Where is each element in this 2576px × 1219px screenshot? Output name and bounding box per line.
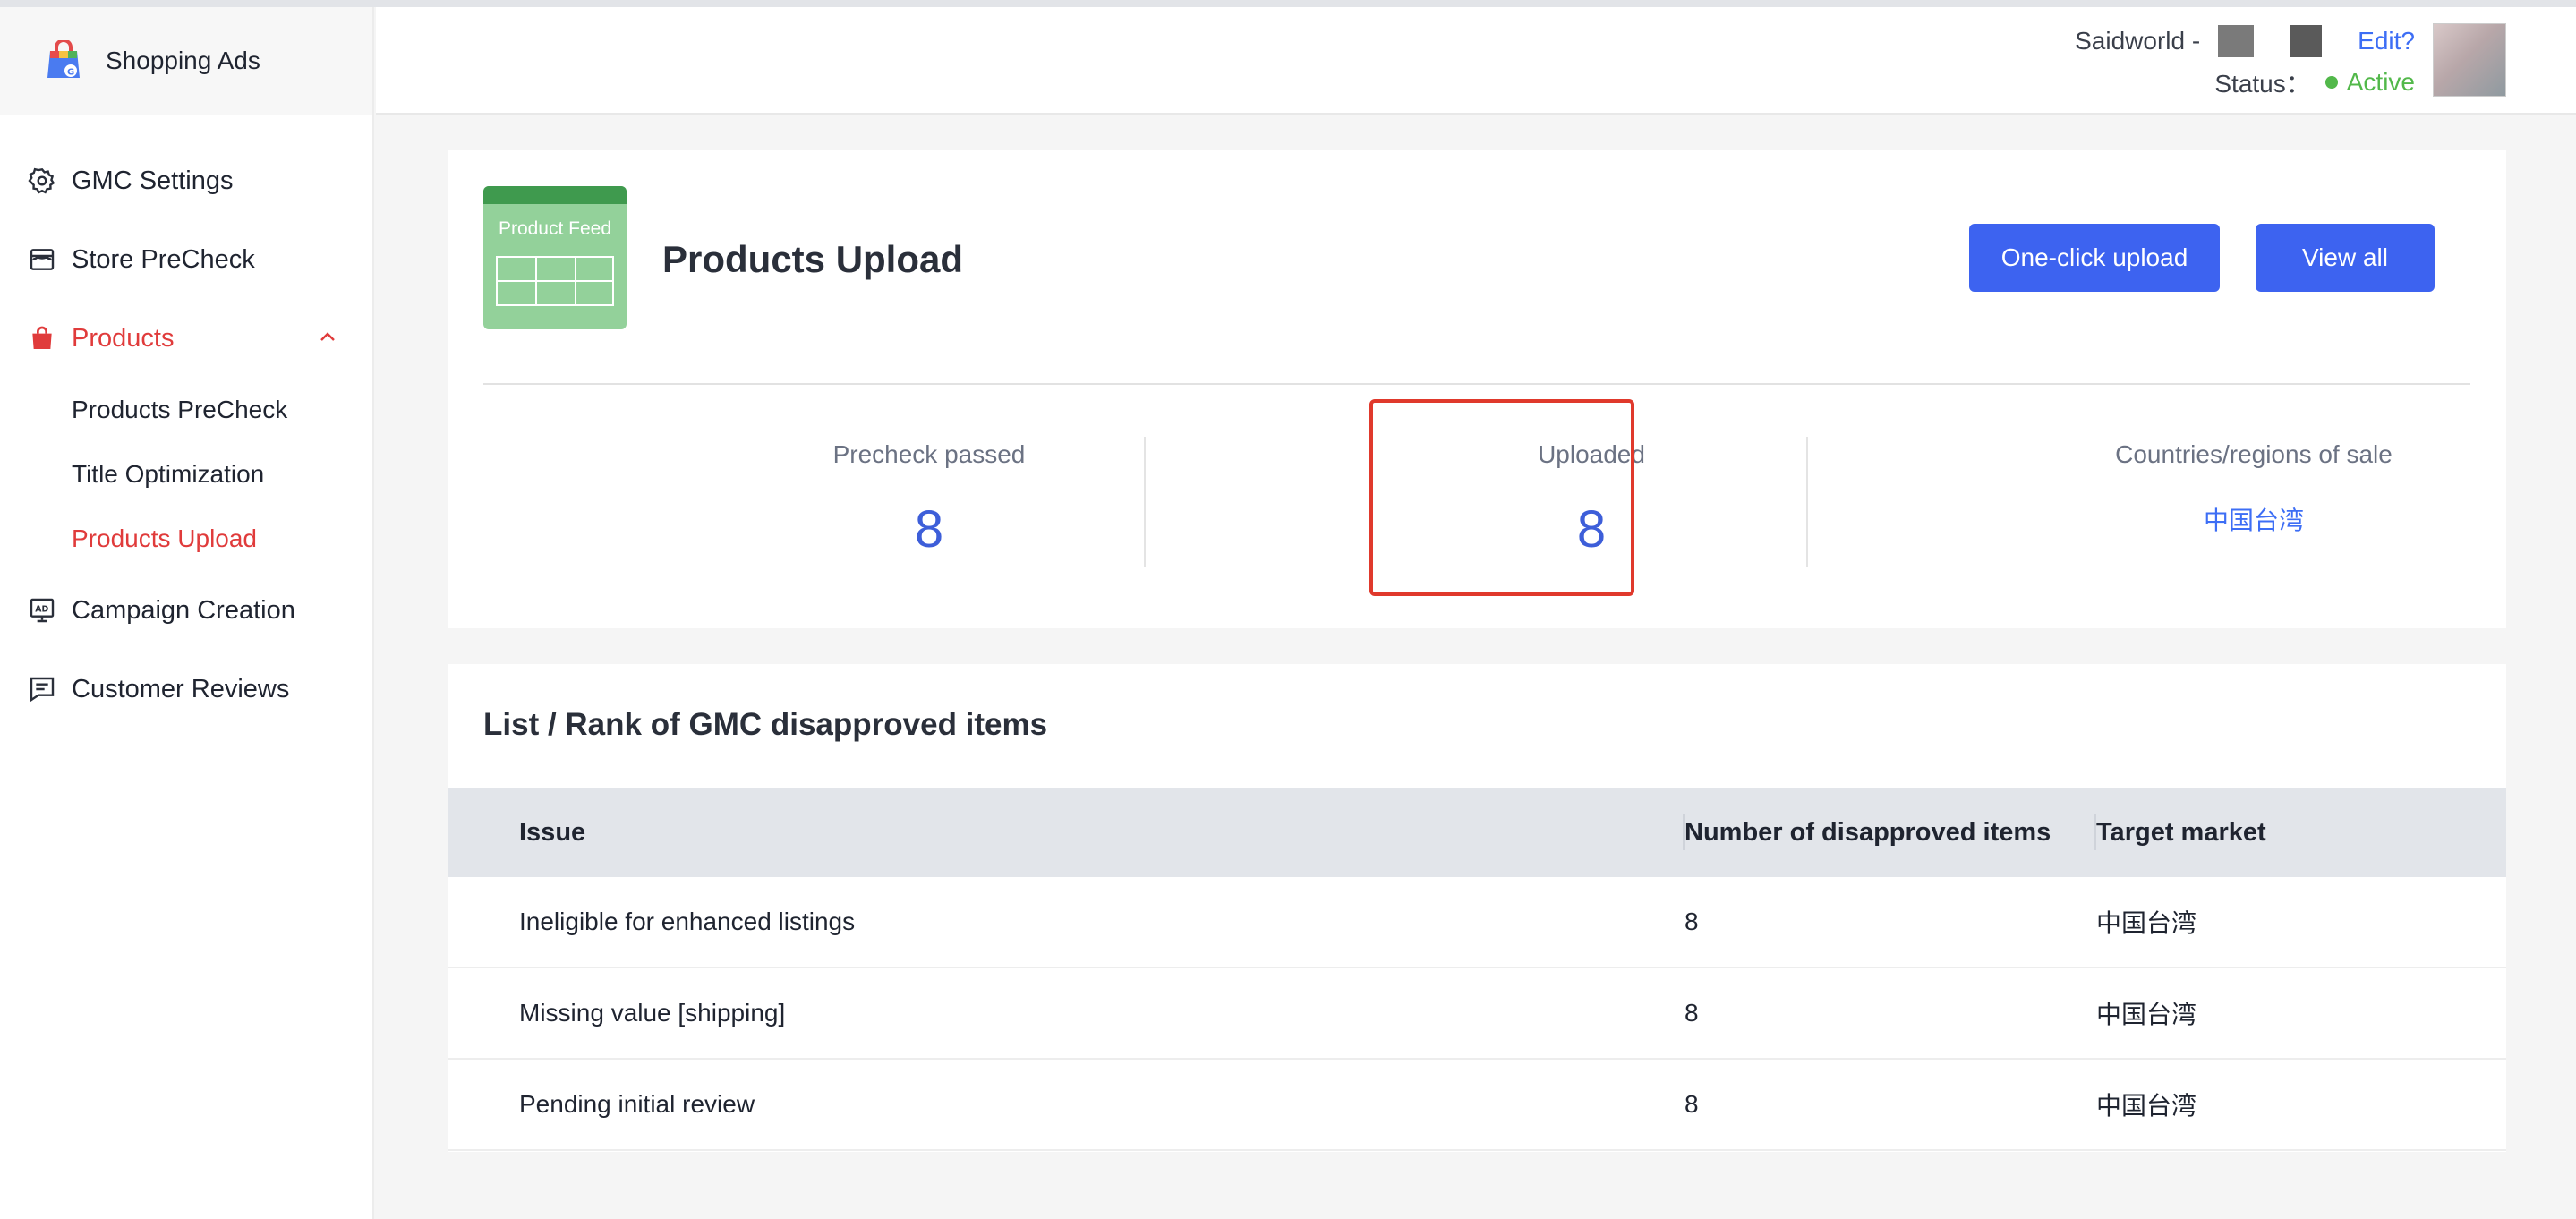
sidebar-item-label: Campaign Creation [72, 595, 295, 625]
redacted-block [2218, 25, 2255, 57]
account-line: Saidworld - Edit? [2075, 25, 2415, 57]
stat-separator [1806, 437, 1808, 567]
table-row[interactable]: Pending initial review 8 中国台湾 [448, 1060, 2506, 1151]
brand-name: Shopping Ads [106, 47, 260, 74]
disapproved-table: Issue Number of disapproved items Target… [448, 788, 2506, 1151]
cell-issue: Ineligible for enhanced listings [519, 908, 856, 935]
sidebar-item-label: Customer Reviews [72, 674, 290, 703]
ad-icon: AD [27, 595, 57, 626]
sidebar-item-label: Products [72, 323, 175, 353]
status-value: Active [2346, 68, 2415, 96]
product-feed-icon: Product Feed [483, 186, 627, 329]
highlight-box [1369, 399, 1634, 596]
sidebar: G Shopping Ads GMC Settings Store PreChe… [0, 7, 374, 1219]
column-header-issue: Issue [519, 817, 586, 847]
account-name: Saidworld - [2075, 27, 2201, 55]
cell-market: 中国台湾 [2096, 909, 2197, 937]
status-line: Status： Active [2214, 64, 2415, 100]
one-click-upload-button[interactable]: One-click upload [1969, 224, 2220, 292]
table-row[interactable]: Ineligible for enhanced listings 8 中国台湾 [448, 877, 2506, 968]
cell-count: 8 [1685, 908, 1699, 935]
sidebar-subitem-products-precheck[interactable]: Products PreCheck [0, 378, 372, 442]
stat-precheck-passed: Precheck passed 8 [598, 440, 1260, 559]
cell-market: 中国台湾 [2096, 1092, 2197, 1120]
stat-separator [1144, 437, 1146, 567]
stat-countries: Countries/regions of sale 中国台湾 [1923, 440, 2576, 537]
store-icon [27, 244, 57, 275]
products-upload-card: Product Feed Products Upload One-click u… [448, 150, 2506, 628]
feed-grid-icon [496, 256, 614, 306]
sidebar-item-label: Store PreCheck [72, 244, 255, 274]
column-header-market: Target market [2096, 817, 2266, 847]
table-header: Issue Number of disapproved items Target… [448, 788, 2506, 877]
brand[interactable]: G Shopping Ads [0, 7, 372, 115]
edit-account-link[interactable]: Edit? [2358, 27, 2415, 55]
page-title: Products Upload [662, 238, 964, 280]
stat-value[interactable]: 8 [598, 499, 1260, 559]
sidebar-nav: GMC Settings Store PreCheck Products Pro… [0, 115, 372, 729]
sidebar-item-store-precheck[interactable]: Store PreCheck [0, 220, 372, 299]
table-row[interactable]: Missing value [shipping] 8 中国台湾 [448, 968, 2506, 1060]
avatar[interactable] [2433, 23, 2506, 97]
status-label: Status： [2214, 70, 2311, 98]
shopping-bag-g-icon: G [41, 38, 86, 81]
sidebar-item-gmc-settings[interactable]: GMC Settings [0, 141, 372, 220]
sidebar-item-products[interactable]: Products [0, 299, 372, 378]
sidebar-item-customer-reviews[interactable]: Customer Reviews [0, 650, 372, 729]
cell-count: 8 [1685, 1090, 1699, 1118]
cell-count: 8 [1685, 999, 1699, 1027]
redacted-block [2290, 25, 2323, 57]
stat-label: Countries/regions of sale [2115, 440, 2393, 468]
sidebar-subitem-products-upload[interactable]: Products Upload [0, 507, 372, 571]
column-header-count: Number of disapproved items [1685, 817, 2051, 847]
gear-icon [27, 166, 57, 196]
stat-country-value[interactable]: 中国台湾 [1923, 501, 2576, 537]
cell-market: 中国台湾 [2096, 1001, 2197, 1028]
review-icon [27, 674, 57, 704]
stat-label: Precheck passed [832, 440, 1026, 468]
cell-issue: Missing value [shipping] [519, 999, 786, 1027]
view-all-button[interactable]: View all [2256, 224, 2435, 292]
feed-icon-label: Product Feed [498, 218, 612, 239]
chevron-up-icon[interactable] [317, 326, 338, 355]
sidebar-item-campaign-creation[interactable]: AD Campaign Creation [0, 571, 372, 650]
top-header: Saidworld - Edit? Status： Active [376, 7, 2576, 115]
feed-icon-top [483, 186, 627, 204]
sidebar-subitem-title-optimization[interactable]: Title Optimization [0, 442, 372, 507]
sidebar-item-label: GMC Settings [72, 166, 234, 195]
section-title: List / Rank of GMC disapproved items [483, 707, 1048, 742]
status-dot [2324, 76, 2338, 89]
bag-icon [27, 323, 57, 354]
disapproved-items-card: List / Rank of GMC disapproved items Iss… [448, 664, 2506, 1152]
svg-text:AD: AD [35, 604, 48, 614]
top-border [0, 0, 2576, 7]
cell-issue: Pending initial review [519, 1090, 755, 1118]
card-divider [483, 383, 2470, 385]
svg-text:G: G [67, 68, 74, 78]
